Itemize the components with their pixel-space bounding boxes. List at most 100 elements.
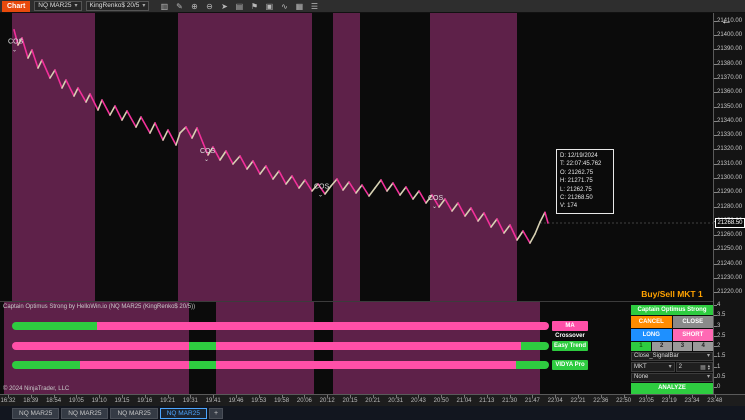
price-axis-label: 21370.00 [717,75,742,81]
chevron-down-icon: ▾ [707,353,710,360]
zoom-out-icon[interactable]: ⊖ [204,1,214,12]
quantity-value: 2 [679,364,698,370]
camera-icon[interactable]: ▣ [264,1,274,12]
data-box-row: L: 21262.75 [560,186,610,194]
tab-nq-mar25-1[interactable]: NQ MAR25 [12,408,59,419]
price-segment [381,180,387,191]
long-button[interactable]: LONG [631,329,672,341]
zoom-in-icon[interactable]: ⊕ [189,1,199,12]
tab-nq-mar25-2[interactable]: NQ MAR25 [61,408,108,419]
indicator-title: Captain Optimus Strong by HelloWin.io (N… [3,304,195,310]
time-axis-label: 20:31 [388,398,403,404]
indicator-axis-label: 0 [717,384,720,390]
price-chart[interactable]: COS⌄COS⌄COS⌄COS⌄ D: 12/19/2024T: 22:07:4… [0,13,713,301]
data-box-row: C: 21268.50 [560,194,610,202]
cos-signal-label: COS [8,39,24,46]
close-mode-dropdown[interactable]: Close_SignalBar ▾ [631,352,713,361]
strategy-title-button[interactable]: Captain Optimus Strong [631,305,713,315]
signal-arrow-icon: ⌄ [318,193,323,199]
list-icon[interactable]: ☰ [309,1,319,12]
page-icon[interactable]: ▤ [234,1,244,12]
time-axis-label: 23:19 [662,398,677,404]
time-axis-label: 20:12 [320,398,335,404]
time-axis-label: 19:53 [251,398,266,404]
indicator-axis-label: 2 [717,343,720,349]
close-button[interactable]: CLOSE [673,316,714,328]
indicator-label: MA Crossover [552,321,588,331]
indicator-axis-label: 0.5 [717,374,725,380]
atm-strategy-dropdown[interactable]: None ▾ [631,373,713,382]
series-type-selector[interactable]: KingRenko$ 20/5 ▾ [86,1,150,11]
time-axis-label: 19:10 [92,398,107,404]
indicator-axis-label: 2.5 [717,333,725,339]
price-segment [362,185,369,196]
tab-bar: NQ MAR25NQ MAR25NQ MAR25NQ MAR25+ [0,406,745,420]
spin-down-icon[interactable]: ▾ [708,367,710,371]
time-axis-label: 19:16 [137,398,152,404]
price-segment [115,106,122,120]
chart-menu-button[interactable]: Chart [2,1,30,12]
time-axis-label: 18:54 [46,398,61,404]
indicator-axis-label: 3 [717,323,720,329]
indicator-axis-label: 1 [717,364,720,370]
ohlc-data-box: D: 12/19/2024T: 22:07:45.762O: 21262.75H… [556,149,614,214]
price-axis-label: 21300.00 [717,175,742,181]
indicator-axis-label: 4 [717,302,720,308]
ninjatrader-chart-window: Chart NQ MAR25 ▾ KingRenko$ 20/5 ▾ ▥ ✎ ⊕ ⊖ ➤… [0,0,745,420]
cursor-icon[interactable]: ➤ [219,1,229,12]
data-box-row: O: 21262.75 [560,169,610,177]
preset-button-4[interactable]: 4 [693,342,713,351]
price-axis[interactable]: ← 21268.50 21410.0021400.0021390.0021380… [713,13,745,394]
grid-icon[interactable]: ▦ [294,1,304,12]
keypad-icon[interactable]: ▦ [700,364,706,371]
time-axis-label: 19:31 [183,398,198,404]
indicator-bar-segment [12,322,97,330]
chevron-down-icon: ▾ [707,374,710,381]
quantity-spinner[interactable]: ▴▾ [708,364,710,371]
quantity-stepper[interactable]: 2 ▦ ▴▾ [676,362,713,372]
time-axis-label: 16:32 [0,398,15,404]
bars-icon[interactable]: ▥ [159,1,169,12]
indicator-bar-segment [189,342,216,350]
add-tab-button[interactable]: + [209,408,223,419]
wave-icon[interactable]: ∿ [279,1,289,12]
preset-button-1[interactable]: 1 [631,342,651,351]
chevron-down-icon: ▾ [75,2,78,10]
price-segment [400,187,406,195]
tab-nq-mar25-3[interactable]: NQ MAR25 [110,408,157,419]
preset-button-3[interactable]: 3 [673,342,693,351]
time-axis-label: 19:05 [69,398,84,404]
price-segment [122,111,127,120]
price-axis-label: 21360.00 [717,89,742,95]
data-box-row: D: 12/19/2024 [560,152,610,160]
analyze-button[interactable]: ANALYZE [631,383,713,394]
last-price-marker: 21268.50 [715,218,745,228]
draw-icon[interactable]: ✎ [174,1,184,12]
cancel-button[interactable]: CANCEL [631,316,672,328]
price-segment [545,212,548,223]
price-segment [98,100,102,110]
indicator-bar-segment [12,361,80,369]
time-axis-label: 20:43 [411,398,426,404]
price-segment [535,222,540,234]
instrument-selector[interactable]: NQ MAR25 ▾ [34,1,81,11]
time-axis-label: 22:36 [593,398,608,404]
order-type-dropdown[interactable]: MKT ▾ [631,362,675,372]
price-axis-label: 21280.00 [717,204,742,210]
price-axis-label: 21320.00 [717,146,742,152]
indicator-panel[interactable]: Captain Optimus Strong by HelloWin.io (N… [0,301,713,394]
indicator-bar-segment [97,322,549,330]
indicator-axis-label: 3.5 [717,312,725,318]
price-segment [419,191,426,203]
flag-icon[interactable]: ⚑ [249,1,259,12]
trade-panel: Captain Optimus Strong CANCEL CLOSE LONG… [631,305,713,394]
time-axis[interactable]: 16:3218:3918:5419:0519:1019:1519:1619:21… [0,394,745,406]
toolbar-icons: ▥ ✎ ⊕ ⊖ ➤ ▤ ⚑ ▣ ∿ ▦ ☰ [159,1,319,12]
preset-button-2[interactable]: 2 [652,342,672,351]
tab-nq-mar25-4[interactable]: NQ MAR25 [160,408,207,419]
series-type-label: KingRenko$ 20/5 [90,2,140,10]
signal-arrow-icon: ⌄ [204,157,209,163]
back-arrow-icon[interactable]: ← [721,15,732,27]
cos-signal-label: COS [314,184,330,191]
short-button[interactable]: SHORT [673,329,714,341]
